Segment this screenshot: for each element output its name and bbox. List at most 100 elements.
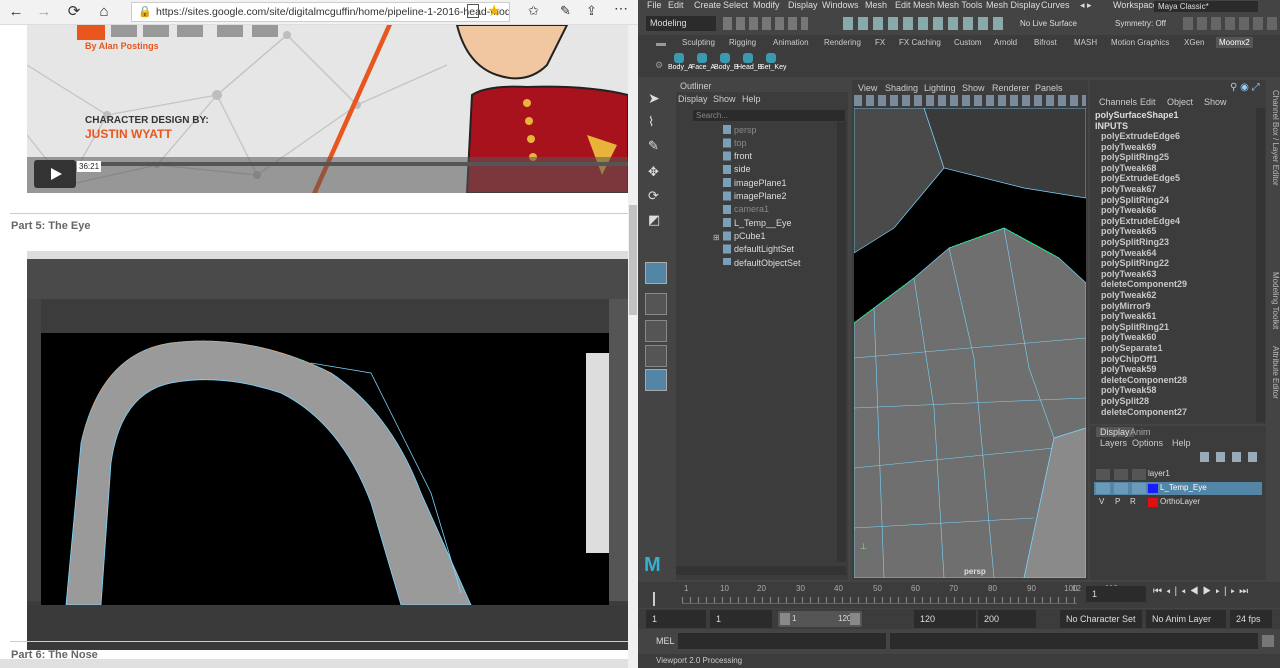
shelf-tab[interactable]: Sculpting <box>682 38 715 47</box>
favorites-hub-icon[interactable]: ✩ <box>528 3 539 19</box>
tab-modeling-toolkit[interactable]: Modeling Toolkit <box>1267 272 1280 352</box>
layer-row[interactable]: layer1 <box>1096 468 1262 481</box>
channelbox-input-item[interactable]: polyTweak58 <box>1101 385 1156 396</box>
character-set-dropdown[interactable]: No Character Set <box>1060 610 1142 628</box>
outliner-item-imageplane1[interactable]: imagePlane1 <box>734 177 787 190</box>
channelbox-input-item[interactable]: polySeparate1 <box>1101 343 1163 354</box>
playback-start-field[interactable]: 1 <box>710 610 772 628</box>
shelf-tab[interactable]: Bifrost <box>1034 38 1057 47</box>
time-slider[interactable]: 1 10 20 30 40 50 60 70 80 90 100 110 12 … <box>638 582 1280 608</box>
shelf-options-icon[interactable]: ▬ <box>656 38 666 49</box>
viewport-menu-renderer[interactable]: Renderer <box>992 83 1030 93</box>
channelbox-input-item[interactable]: polyTweak66 <box>1101 205 1156 216</box>
channelbox-input-item[interactable]: polyTweak68 <box>1101 163 1156 174</box>
menu-mesh[interactable]: Mesh <box>865 0 887 12</box>
live-surface-label[interactable]: No Live Surface <box>1020 19 1077 28</box>
anim-layer-dropdown[interactable]: No Anim Layer <box>1146 610 1226 628</box>
menu-edit[interactable]: Edit <box>668 0 684 12</box>
shelf-button-set-key[interactable]: Set_Key <box>760 51 786 77</box>
outliner-item-pcube1[interactable]: pCube1 <box>734 230 766 243</box>
playback-controls[interactable]: ⏮◂|◂◀▶▸|▸⏭ <box>1153 586 1252 597</box>
outliner-item-defaultlightset[interactable]: defaultLightSet <box>734 243 794 256</box>
channelbox-input-item[interactable]: polySplitRing24 <box>1101 195 1169 206</box>
symmetry-label[interactable]: Symmetry: Off <box>1115 19 1166 28</box>
channelbox-input-item[interactable]: polySplitRing22 <box>1101 258 1169 269</box>
menu-scroll-arrows[interactable]: ◂ ▸ <box>1080 0 1092 12</box>
mel-label[interactable]: MEL <box>656 636 675 646</box>
viewport-canvas[interactable] <box>854 108 1086 578</box>
channelbox-menu-object[interactable]: Object <box>1167 97 1193 107</box>
file-tool-icons[interactable] <box>723 17 808 30</box>
channelbox-object[interactable]: polySurfaceShape1 <box>1095 110 1179 121</box>
layout-outliner-icon[interactable] <box>645 369 667 391</box>
layer-row-selected[interactable]: L_Temp_Eye <box>1094 482 1262 495</box>
menu-mesh-tools[interactable]: Mesh Tools <box>937 0 982 12</box>
shelf-tab[interactable]: Custom <box>954 38 982 47</box>
channelbox-input-item[interactable]: polyExtrudeEdge4 <box>1101 216 1180 227</box>
paint-select-icon[interactable]: ✎ <box>648 138 664 154</box>
outliner-item-side[interactable]: side <box>734 163 751 176</box>
layer-toggle-icons[interactable] <box>1096 469 1150 480</box>
layer-tab-display[interactable]: Display <box>1096 427 1134 437</box>
expand-plus-icon[interactable]: ⊞ <box>713 233 720 242</box>
layer-name[interactable]: layer1 <box>1148 469 1170 478</box>
mode-dropdown[interactable]: Modeling <box>646 16 716 31</box>
shelf-tab[interactable]: XGen <box>1184 38 1204 47</box>
vertical-scrollbar[interactable] <box>628 25 638 668</box>
layer-menu-options[interactable]: Options <box>1132 438 1163 448</box>
layer-visible-toggle[interactable]: V <box>1099 497 1104 506</box>
channelbox-input-item[interactable]: polyExtrudeEdge6 <box>1101 131 1180 142</box>
channelbox-scrollbar[interactable] <box>1256 108 1265 422</box>
channelbox-input-item[interactable]: polyTweak65 <box>1101 226 1156 237</box>
layout-single-icon[interactable] <box>645 262 667 284</box>
range-handle-start[interactable] <box>780 613 790 625</box>
layout-two-icon[interactable] <box>645 345 667 367</box>
shelf-tab[interactable]: Rigging <box>729 38 756 47</box>
viewport-menu-panels[interactable]: Panels <box>1035 83 1063 93</box>
menu-mesh-display[interactable]: Mesh Display <box>986 0 1040 12</box>
mel-input[interactable] <box>678 633 886 649</box>
favorite-star-icon[interactable]: ★ <box>487 1 501 21</box>
shelf-button-body-b[interactable]: Body_B <box>714 51 739 77</box>
rotate-tool-icon[interactable]: ⟳ <box>648 188 664 204</box>
shelf-tab[interactable]: Animation <box>773 38 809 47</box>
move-tool-icon[interactable]: ✥ <box>648 164 664 180</box>
outliner-item-l-temp-eye[interactable]: L_Temp__Eye <box>734 217 792 230</box>
layer-toggle-icons[interactable] <box>1096 483 1150 494</box>
outliner-search[interactable]: Search... <box>693 110 845 121</box>
outliner-item-imageplane2[interactable]: imagePlane2 <box>734 190 787 203</box>
tab-attribute-editor[interactable]: Attribute Editor <box>1267 346 1280 426</box>
channelbox-input-item[interactable]: deleteComponent29 <box>1101 279 1187 290</box>
viewport-menu-view[interactable]: View <box>858 83 877 93</box>
viewport-menu-lighting[interactable]: Lighting <box>924 83 956 93</box>
layer-color-swatch[interactable] <box>1148 484 1158 493</box>
channelbox-input-item[interactable]: polyTweak69 <box>1101 142 1156 153</box>
script-editor-icon[interactable] <box>1262 635 1274 647</box>
channelbox-input-item[interactable]: polySplit28 <box>1101 396 1149 407</box>
layer-row[interactable]: V P R OrthoLayer <box>1096 496 1262 509</box>
horizontal-scrollbar[interactable] <box>0 659 628 668</box>
channelbox-menu-channels[interactable]: Channels <box>1099 97 1137 107</box>
menu-modify[interactable]: Modify <box>753 0 780 12</box>
viewport-toolbar-icons[interactable] <box>854 95 1086 106</box>
menu-display[interactable]: Display <box>788 0 818 12</box>
video-player[interactable]: By Alan Postings CHARACTER DESIGN BY: JU… <box>27 25 628 193</box>
menu-edit-mesh[interactable]: Edit Mesh <box>895 0 935 12</box>
layout-persp-outliner-icon[interactable] <box>645 293 667 315</box>
more-icon[interactable]: ⋯ <box>614 0 628 17</box>
forward-icon[interactable]: → <box>34 3 54 21</box>
lasso-tool-icon[interactable]: ⌇ <box>648 114 664 130</box>
channelbox-input-item[interactable]: polySplitRing23 <box>1101 237 1169 248</box>
channelbox-input-item[interactable]: polyTweak67 <box>1101 184 1156 195</box>
outliner-menu-help[interactable]: Help <box>742 94 761 104</box>
outliner-item-top[interactable]: top <box>734 137 747 150</box>
viewport-menu-shading[interactable]: Shading <box>885 83 918 93</box>
channelbox-input-item[interactable]: polyTweak62 <box>1101 290 1156 301</box>
layer-menu-layers[interactable]: Layers <box>1100 438 1127 448</box>
address-bar[interactable]: 🔒 https://sites.google.com/site/digitalm… <box>131 2 510 22</box>
menu-create[interactable]: Create <box>694 0 721 12</box>
play-button[interactable] <box>34 160 76 188</box>
shelf-button-face-a[interactable]: Face_A <box>691 51 715 77</box>
menu-file[interactable]: File <box>647 0 662 12</box>
channelbox-input-item[interactable]: polyTweak59 <box>1101 364 1156 375</box>
